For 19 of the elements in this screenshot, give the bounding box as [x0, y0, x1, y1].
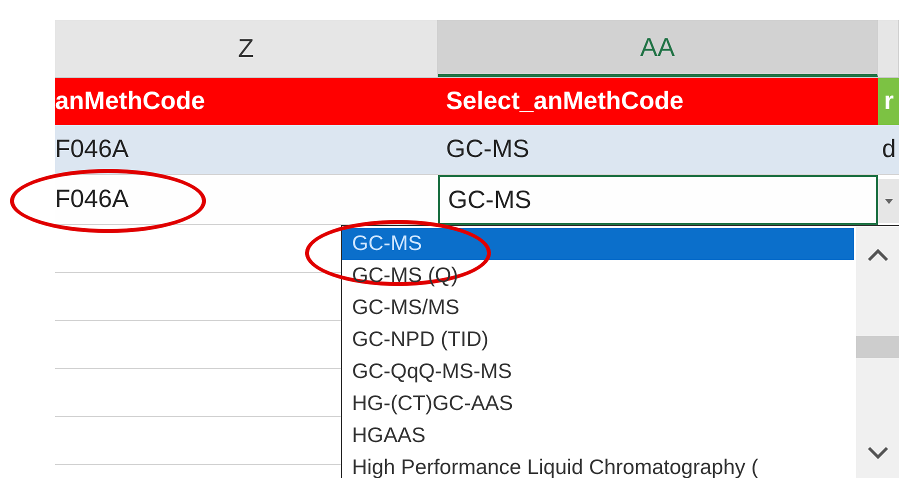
header-cell: r — [878, 78, 899, 125]
scrollbar[interactable] — [856, 226, 899, 478]
scrollbar-thumb[interactable] — [856, 336, 899, 358]
dropdown-button[interactable] — [878, 179, 899, 223]
dropdown-option[interactable]: HG-(CT)GC-AAS — [342, 388, 854, 420]
dropdown-option[interactable]: HGAAS — [342, 420, 854, 452]
table-cell: GC-MS — [438, 125, 878, 175]
dropdown-option[interactable]: High Performance Liquid Chromatography ( — [342, 452, 854, 478]
dropdown-option[interactable]: GC-QqQ-MS-MS — [342, 356, 854, 388]
header-cell: Select_anMethCode — [438, 78, 878, 125]
caret-icon — [884, 197, 894, 205]
dropdown-option[interactable]: GC-NPD (TID) — [342, 324, 854, 356]
scroll-up-icon[interactable] — [867, 248, 889, 262]
column-header[interactable]: AA — [438, 20, 878, 77]
dropdown-option[interactable]: GC-MS/MS — [342, 292, 854, 324]
header-cell: anMethCode — [55, 78, 438, 125]
dropdown-option[interactable]: GC-MS — [342, 228, 854, 260]
scroll-down-icon[interactable] — [867, 446, 889, 460]
table-cell: GC-MS — [438, 175, 878, 225]
